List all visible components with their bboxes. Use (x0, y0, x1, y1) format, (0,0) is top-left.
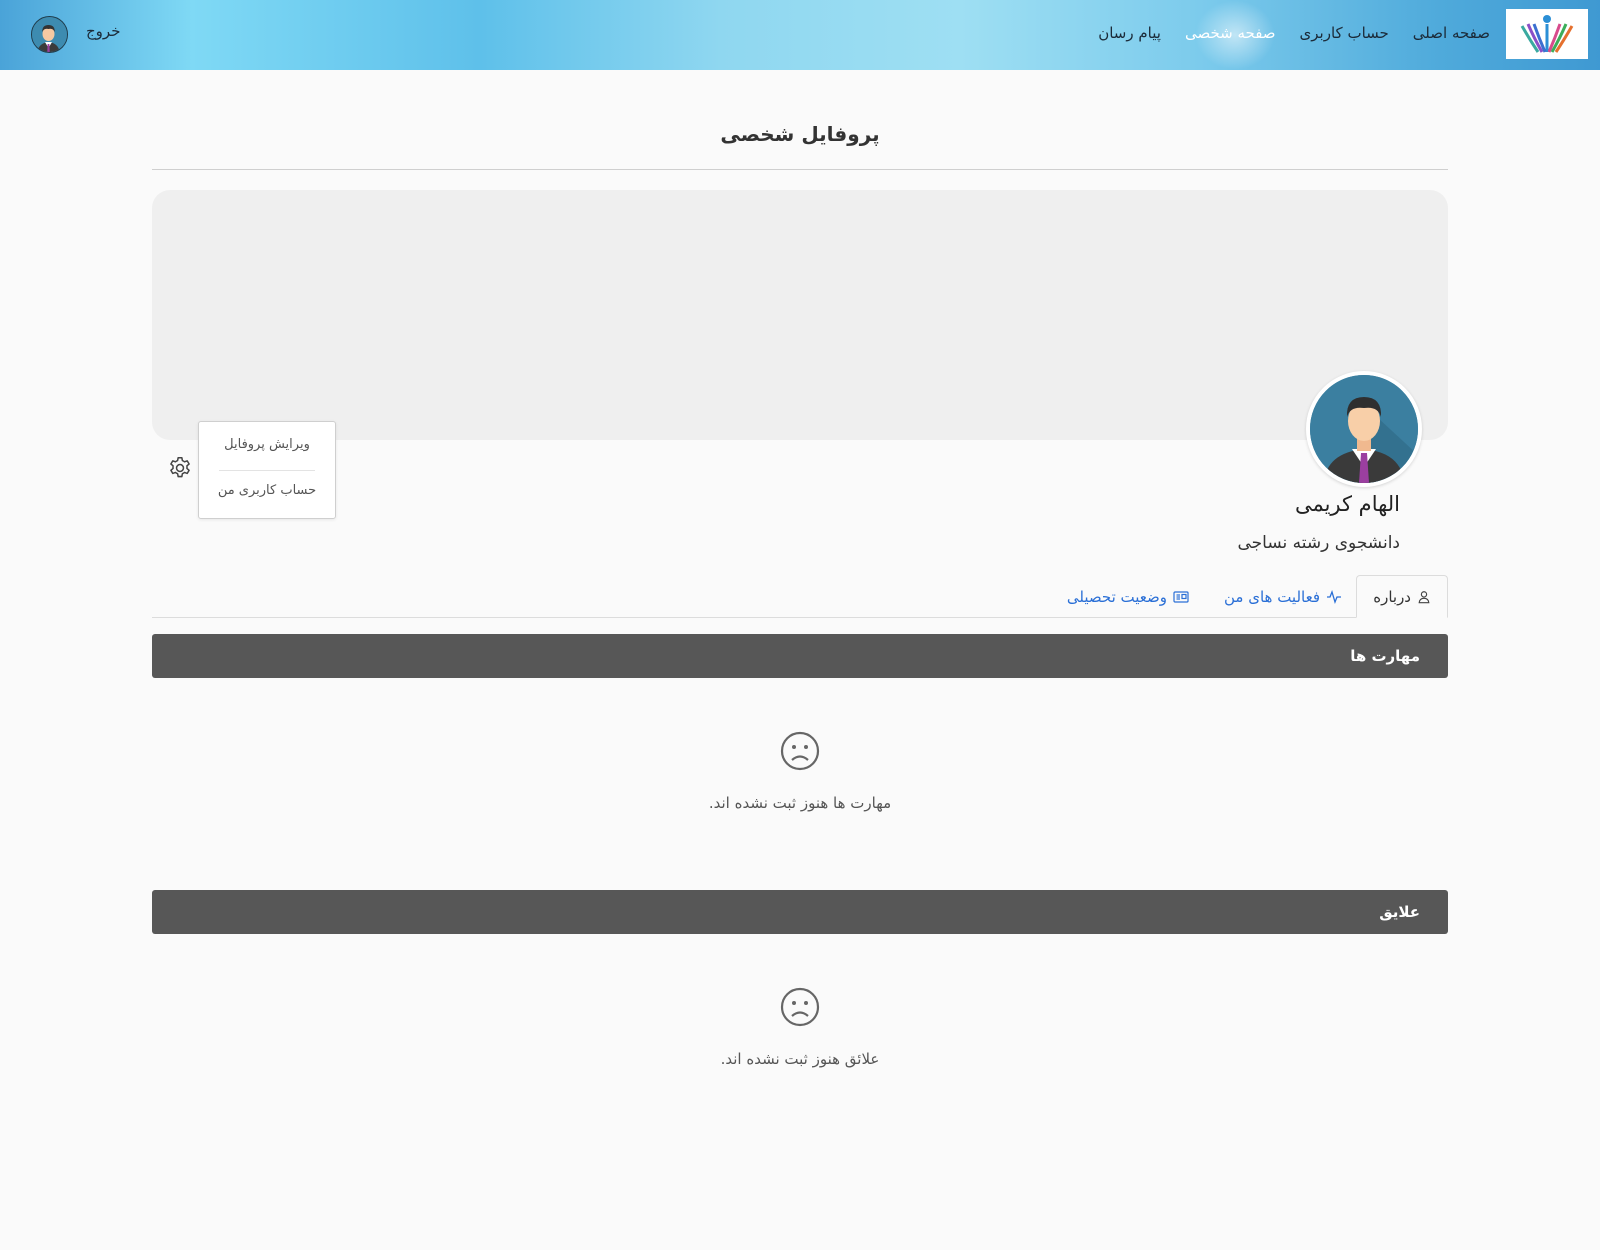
edit-profile-item[interactable]: ویرایش پروفایل (199, 437, 335, 452)
top-navbar: صفحه اصلی حساب کاربری صفحه شخصی پیام رسا… (0, 0, 1600, 70)
profile-name: الهام کریمی (1294, 492, 1400, 516)
nav-personal-page[interactable]: صفحه شخصی (1185, 24, 1276, 42)
profile-avatar-icon (1310, 375, 1418, 483)
settings-dropdown: ویرایش پروفایل حساب کاربری من (198, 421, 336, 519)
tab-academic-status-label: وضعیت تحصیلی (1066, 587, 1167, 606)
nav-messenger[interactable]: پیام رسان (1098, 24, 1161, 42)
user-avatar[interactable] (31, 16, 68, 53)
profile-avatar[interactable] (1306, 371, 1422, 487)
nav-home[interactable]: صفحه اصلی (1413, 24, 1490, 42)
activity-icon (1327, 589, 1341, 604)
sad-face-icon (780, 987, 820, 1027)
id-card-icon (1173, 590, 1189, 603)
nav-account[interactable]: حساب کاربری (1300, 24, 1389, 42)
site-logo[interactable] (1506, 9, 1588, 59)
dropdown-divider (219, 470, 315, 471)
tab-about[interactable]: درباره (1356, 575, 1448, 618)
skills-section-title: مهارت ها (1350, 647, 1420, 665)
tab-about-label: درباره (1373, 587, 1411, 606)
interests-empty-text: علائق هنوز ثبت نشده اند. (720, 1050, 880, 1068)
title-divider (152, 169, 1448, 170)
skills-empty-text: مهارت ها هنوز ثبت نشده اند. (708, 794, 892, 812)
page-title: پروفایل شخصی (720, 122, 880, 146)
sad-face-icon (780, 731, 820, 771)
skills-section-header: مهارت ها (152, 634, 1448, 678)
user-icon (1418, 590, 1430, 603)
logout-link[interactable]: خروج (86, 22, 120, 40)
my-account-item[interactable]: حساب کاربری من (199, 483, 335, 498)
settings-gear-icon[interactable] (167, 455, 193, 481)
tab-academic-status[interactable]: وضعیت تحصیلی (1067, 575, 1189, 618)
tab-my-activities-label: فعالیت های من (1223, 587, 1320, 606)
avatar-icon (32, 17, 67, 52)
logo-icon (1520, 15, 1574, 53)
interests-section-title: علایق (1379, 903, 1420, 921)
interests-section-header: علایق (152, 890, 1448, 934)
profile-subtitle: دانشجوی رشته نساجی (1237, 533, 1400, 553)
main-nav: صفحه اصلی حساب کاربری صفحه شخصی پیام رسا… (1098, 0, 1490, 66)
profile-cover (152, 190, 1448, 440)
tab-my-activities[interactable]: فعالیت های من (1224, 575, 1342, 618)
